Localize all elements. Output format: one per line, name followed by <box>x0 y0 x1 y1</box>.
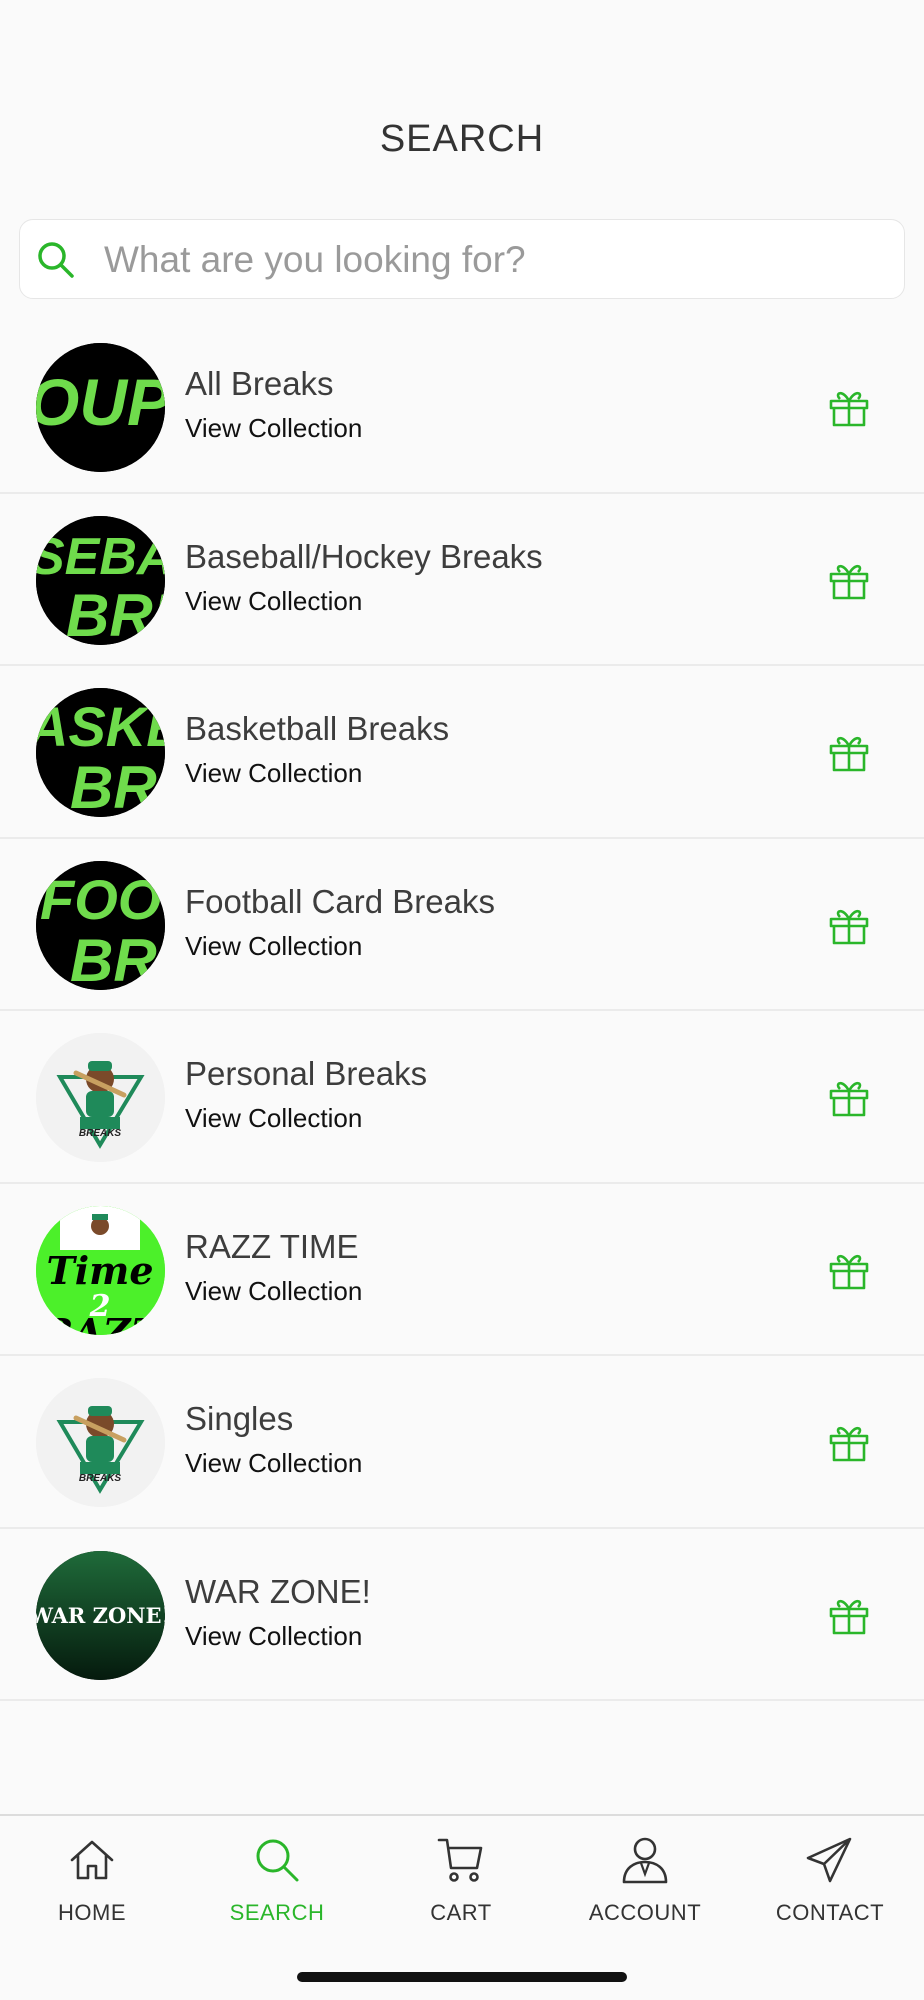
collection-thumbnail: BREAKS <box>36 1378 165 1507</box>
collection-item-baseball-hockey-breaks[interactable]: SEBALL BRE Baseball/Hockey Breaks View C… <box>0 493 924 666</box>
tab-label: CONTACT <box>775 1900 885 1925</box>
collection-item-personal-breaks[interactable]: BREAKS Personal Breaks View Collection <box>0 1011 924 1184</box>
gift-icon <box>829 909 869 944</box>
svg-text:BREAKS: BREAKS <box>79 1128 122 1139</box>
thumbnail-text: ASKE <box>36 695 165 758</box>
collection-item-war-zone[interactable]: WAR ZONE! WAR ZONE! View Collection <box>0 1528 924 1701</box>
tab-search[interactable]: SEARCH <box>187 1834 367 1944</box>
thumbnail-text: WAR ZONE! <box>36 1603 165 1628</box>
thumbnail-text: SEBALL <box>36 528 165 586</box>
collection-title: Personal Breaks <box>185 1055 428 1092</box>
search-bar[interactable] <box>19 219 905 299</box>
collection-item-all-breaks[interactable]: OUP B All Breaks View Collection <box>0 321 924 494</box>
tab-home[interactable]: HOME <box>2 1834 182 1944</box>
tab-label: SEARCH <box>229 1900 325 1925</box>
collection-title: Basketball Breaks <box>185 710 450 747</box>
svg-text:BRE: BRE <box>66 582 165 645</box>
gift-icon <box>829 1599 869 1634</box>
view-collection-link[interactable]: View Collection <box>185 1276 362 1307</box>
tab-label: ACCOUNT <box>588 1900 702 1925</box>
tab-account[interactable]: ACCOUNT <box>555 1834 735 1944</box>
collection-thumbnail: WAR ZONE! <box>36 1550 165 1680</box>
gift-icon <box>829 1081 869 1117</box>
collection-title: Football Card Breaks <box>185 882 495 920</box>
home-icon <box>70 1840 114 1880</box>
tab-label: CART <box>430 1900 492 1925</box>
collection-thumbnail: OUP B <box>36 343 165 472</box>
home-indicator <box>297 1972 627 1982</box>
gift-icon <box>829 391 869 427</box>
search-icon <box>38 242 74 278</box>
view-collection-link[interactable]: View Collection <box>185 413 362 444</box>
gift-icon <box>829 736 869 772</box>
gift-icon <box>829 564 869 599</box>
svg-text:RAZZ: RAZZ <box>41 1310 160 1335</box>
thumbnail-text: OUP B <box>36 365 165 439</box>
collection-item-razz-time[interactable]: Time 2 RAZZ RAZZ TIME View Collection <box>0 1183 924 1356</box>
view-collection-link[interactable]: View Collection <box>185 1448 362 1479</box>
collection-thumbnail: FOOT BRE <box>36 860 165 990</box>
view-collection-link[interactable]: View Collection <box>185 931 362 962</box>
view-collection-link[interactable]: View Collection <box>185 1621 362 1652</box>
search-input[interactable] <box>104 234 884 286</box>
view-collection-link[interactable]: View Collection <box>185 1103 362 1134</box>
collection-thumbnail: ASKE BRE <box>36 688 165 817</box>
collection-title: All Breaks <box>185 365 334 402</box>
collection-list: OUP B All Breaks View Collection SEBALL … <box>0 321 924 1701</box>
collection-item-football-card-breaks[interactable]: FOOT BRE Football Card Breaks View Colle… <box>0 838 924 1011</box>
svg-text:BRE: BRE <box>70 927 165 990</box>
collection-title: RAZZ TIME <box>185 1227 359 1265</box>
thumbnail-text: FOOT <box>40 868 165 931</box>
collection-thumbnail: SEBALL BRE <box>36 515 165 645</box>
cart-icon <box>437 1838 483 1882</box>
collection-title: WAR ZONE! <box>185 1572 371 1610</box>
svg-text:BREAKS: BREAKS <box>79 1473 122 1484</box>
thumbnail-text: Time <box>46 1248 153 1293</box>
collection-item-basketball-breaks[interactable]: ASKE BRE Basketball Breaks View Collecti… <box>0 666 924 839</box>
gift-icon <box>829 1254 869 1289</box>
tab-contact[interactable]: CONTACT <box>740 1834 920 1944</box>
collection-item-singles[interactable]: BREAKS Singles View Collection <box>0 1356 924 1529</box>
collection-thumbnail: Time 2 RAZZ <box>36 1205 165 1335</box>
paper-plane-icon <box>806 1837 852 1883</box>
bear-logo-icon: BREAKS <box>36 1378 165 1507</box>
view-collection-link[interactable]: View Collection <box>185 758 362 789</box>
account-icon <box>622 1837 668 1884</box>
collection-title: Baseball/Hockey Breaks <box>185 537 543 575</box>
tab-label: HOME <box>58 1900 126 1925</box>
gift-icon <box>829 1426 869 1462</box>
search-icon <box>256 1839 299 1882</box>
page-title: SEARCH <box>379 118 545 160</box>
view-collection-link[interactable]: View Collection <box>185 586 362 617</box>
bear-logo-icon: BREAKS <box>36 1033 165 1162</box>
collection-title: Singles <box>185 1400 294 1437</box>
svg-text:BRE: BRE <box>70 754 165 817</box>
collection-thumbnail: BREAKS <box>36 1033 165 1162</box>
tab-cart[interactable]: CART <box>371 1834 551 1944</box>
